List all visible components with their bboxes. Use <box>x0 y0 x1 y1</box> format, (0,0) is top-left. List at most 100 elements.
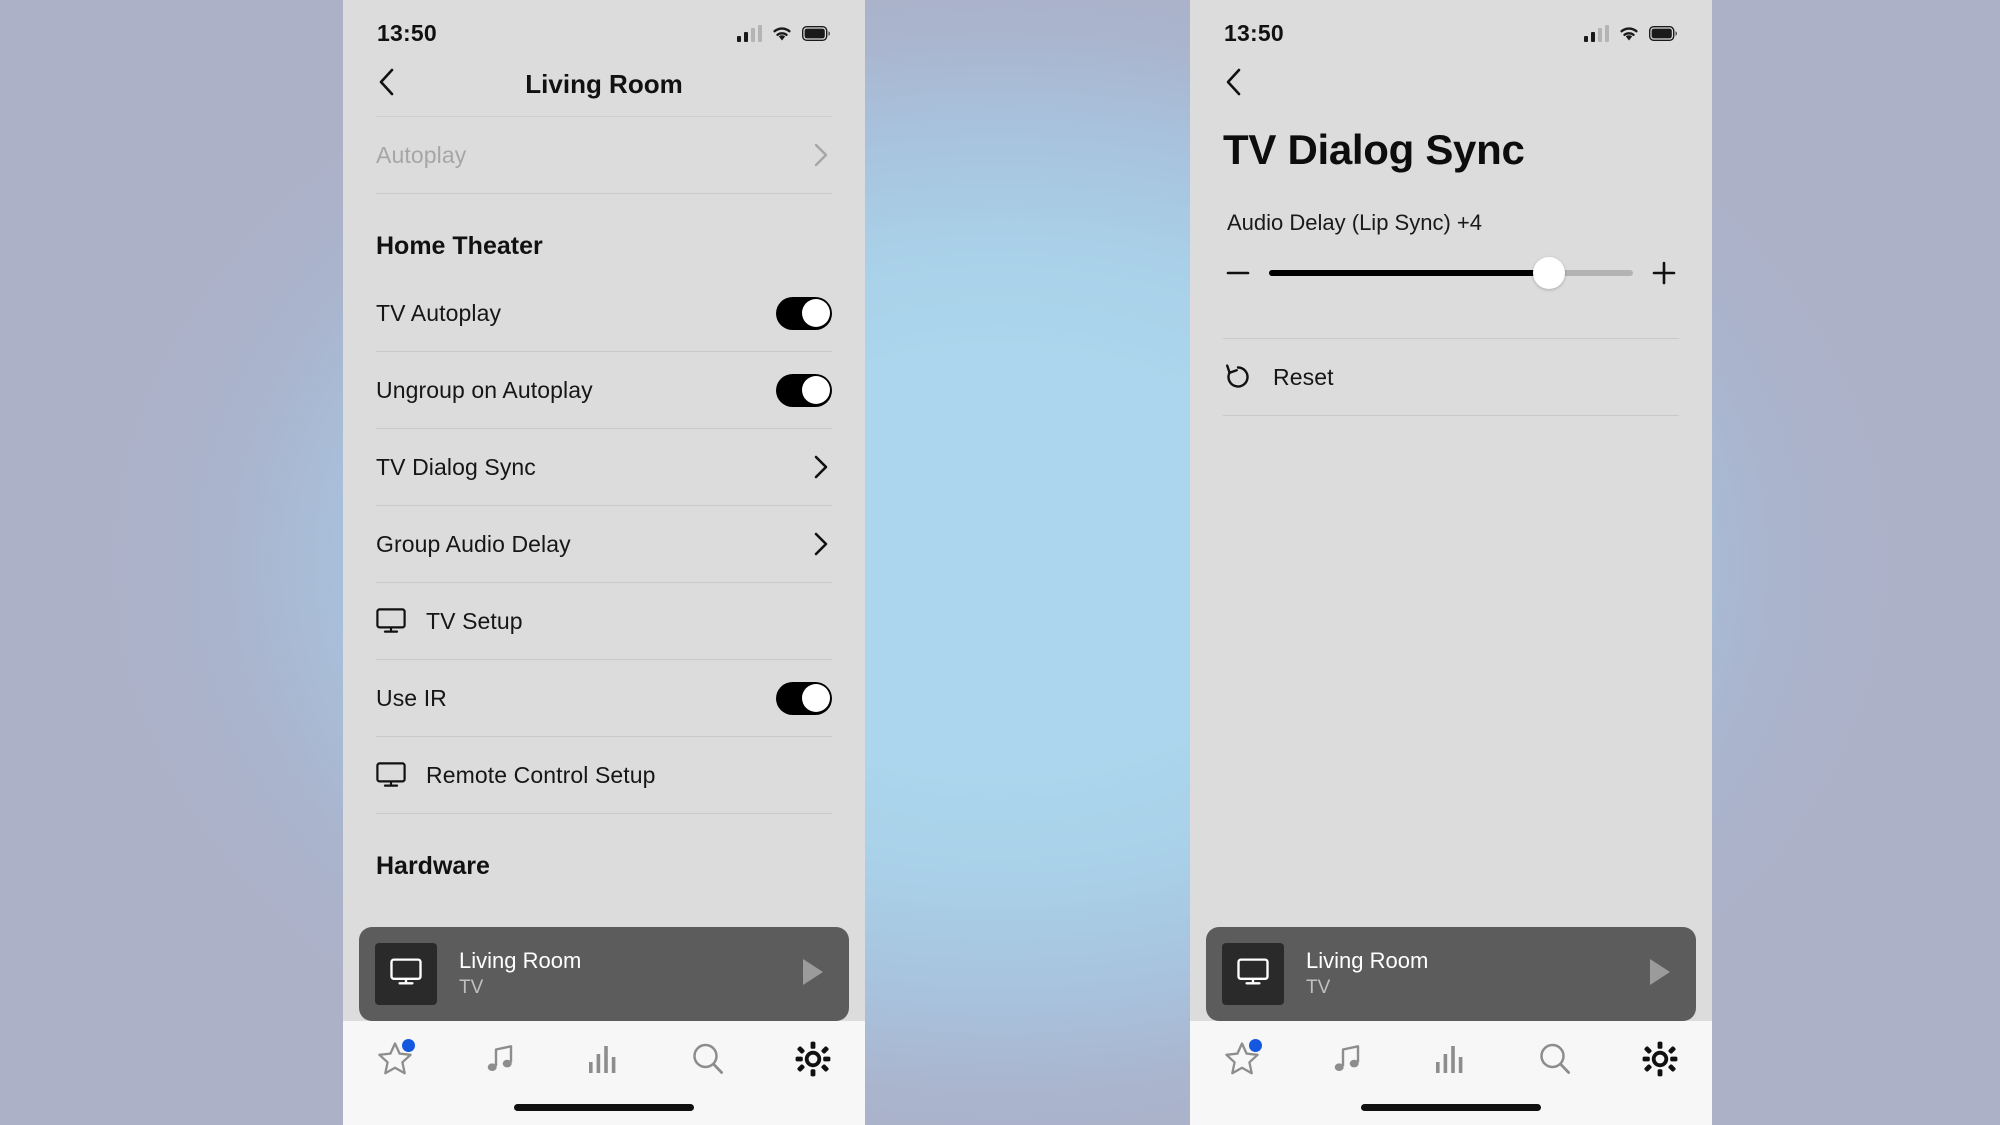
section-header-home-theater: Home Theater <box>376 232 543 260</box>
slider-fill <box>1269 270 1550 276</box>
list-item-label: TV Setup <box>426 607 523 634</box>
now-playing-title: Living Room <box>1306 948 1429 974</box>
tv-icon <box>390 957 422 991</box>
now-playing-text: Living Room TV <box>459 947 795 1000</box>
toggle-knob <box>801 376 830 404</box>
tv-icon <box>376 760 406 790</box>
rotate-left-icon <box>1223 362 1253 392</box>
status-bar: 13:50 <box>1190 0 1712 58</box>
list-item-label: TV Autoplay <box>376 299 502 326</box>
signal-bars-icon <box>736 24 762 42</box>
nav-bar: Living Room <box>343 58 865 116</box>
home-indicator <box>1361 1104 1541 1111</box>
search-icon <box>690 1041 726 1082</box>
audio-delay-slider[interactable] <box>1269 257 1633 289</box>
tab-levels[interactable] <box>1399 1035 1503 1087</box>
phone-screen-tv-dialog-sync: 13:50 TV Dialog Sync Audio Delay (Lip Sy… <box>1190 0 1712 1125</box>
list-item-label: Autoplay <box>376 141 467 168</box>
page-title: TV Dialog Sync <box>1223 126 1525 173</box>
status-time: 13:50 <box>1224 19 1284 46</box>
tab-music[interactable] <box>1294 1035 1398 1087</box>
slider-row <box>1223 257 1679 289</box>
gear-icon <box>1642 1041 1678 1082</box>
list-item-tv-dialog-sync[interactable]: TV Dialog Sync <box>376 429 832 505</box>
chevron-right-icon <box>810 532 832 556</box>
now-playing-title: Living Room <box>459 948 582 974</box>
list-item-tv-autoplay[interactable]: TV Autoplay <box>376 275 832 351</box>
section-header-hardware: Hardware <box>376 852 490 880</box>
status-time: 13:50 <box>377 19 437 46</box>
list-item-use-ir[interactable]: Use IR <box>376 660 832 736</box>
battery-icon <box>802 25 831 41</box>
tv-icon <box>1237 957 1269 991</box>
phone-screen-living-room-settings: 13:50 Living Room Autoplay Home Theater … <box>343 0 865 1125</box>
status-bar: 13:50 <box>343 0 865 58</box>
play-icon <box>1647 957 1673 992</box>
notification-badge <box>1248 1039 1262 1052</box>
page-title: Living Room <box>525 68 683 99</box>
play-icon <box>800 957 826 992</box>
tab-favorites[interactable] <box>1190 1035 1294 1087</box>
list-item-autoplay[interactable]: Autoplay <box>376 117 832 193</box>
play-button[interactable] <box>795 956 831 992</box>
tab-settings[interactable] <box>761 1035 865 1087</box>
decrease-button[interactable] <box>1223 258 1253 288</box>
play-button[interactable] <box>1642 956 1678 992</box>
audio-delay-label: Audio Delay (Lip Sync) +4 <box>1227 210 1482 235</box>
wifi-icon <box>1618 25 1640 42</box>
audio-delay-control: Audio Delay (Lip Sync) +4 <box>1223 210 1679 289</box>
toggle-knob <box>801 684 830 712</box>
tab-settings[interactable] <box>1608 1035 1712 1087</box>
tab-bar <box>343 1021 865 1125</box>
toggle-use-ir[interactable] <box>776 681 832 715</box>
music-note-icon <box>1329 1041 1365 1082</box>
list-item-label: Group Audio Delay <box>376 530 571 557</box>
signal-bars-icon <box>1583 24 1609 42</box>
now-playing-artwork <box>375 943 437 1005</box>
increase-button[interactable] <box>1649 258 1679 288</box>
equalizer-icon <box>1434 1042 1468 1081</box>
tab-bar <box>1190 1021 1712 1125</box>
list-item-ungroup-on-autoplay[interactable]: Ungroup on Autoplay <box>376 352 832 428</box>
now-playing-bar[interactable]: Living Room TV <box>1206 927 1696 1021</box>
list-item-label: Ungroup on Autoplay <box>376 376 593 403</box>
list-item-label: Reset <box>1273 363 1334 390</box>
list-item-group-audio-delay[interactable]: Group Audio Delay <box>376 506 832 582</box>
tab-search[interactable] <box>1503 1035 1607 1087</box>
music-note-icon <box>482 1041 518 1082</box>
status-icons <box>1583 24 1679 42</box>
now-playing-bar[interactable]: Living Room TV <box>359 927 849 1021</box>
chevron-left-icon <box>1225 68 1242 101</box>
now-playing-artwork <box>1222 943 1284 1005</box>
wifi-icon <box>771 25 793 42</box>
toggle-tv-autoplay[interactable] <box>776 296 832 330</box>
tab-music[interactable] <box>447 1035 551 1087</box>
chevron-right-icon <box>810 143 832 167</box>
divider <box>1223 415 1679 416</box>
list-item-label: Use IR <box>376 684 447 711</box>
back-button[interactable] <box>369 67 403 101</box>
equalizer-icon <box>587 1042 621 1081</box>
slider-thumb[interactable] <box>1533 257 1566 289</box>
gear-icon <box>795 1041 831 1082</box>
list-item-reset[interactable]: Reset <box>1223 339 1679 415</box>
toggle-ungroup-on-autoplay[interactable] <box>776 373 832 407</box>
nav-bar <box>1190 58 1712 116</box>
chevron-left-icon <box>378 68 395 101</box>
tab-favorites[interactable] <box>343 1035 447 1087</box>
notification-badge <box>401 1039 415 1052</box>
list-item-tv-setup[interactable]: TV Setup <box>376 583 832 659</box>
tv-icon <box>376 606 406 636</box>
search-icon <box>1537 1041 1573 1082</box>
now-playing-subtitle: TV <box>459 976 484 998</box>
tab-levels[interactable] <box>552 1035 656 1087</box>
now-playing-text: Living Room TV <box>1306 947 1642 1000</box>
now-playing-subtitle: TV <box>1306 976 1331 998</box>
list-item-remote-control-setup[interactable]: Remote Control Setup <box>376 737 832 813</box>
toggle-knob <box>801 299 830 327</box>
chevron-right-icon <box>810 455 832 479</box>
home-indicator <box>514 1104 694 1111</box>
back-button[interactable] <box>1216 67 1250 101</box>
status-icons <box>736 24 832 42</box>
tab-search[interactable] <box>656 1035 760 1087</box>
